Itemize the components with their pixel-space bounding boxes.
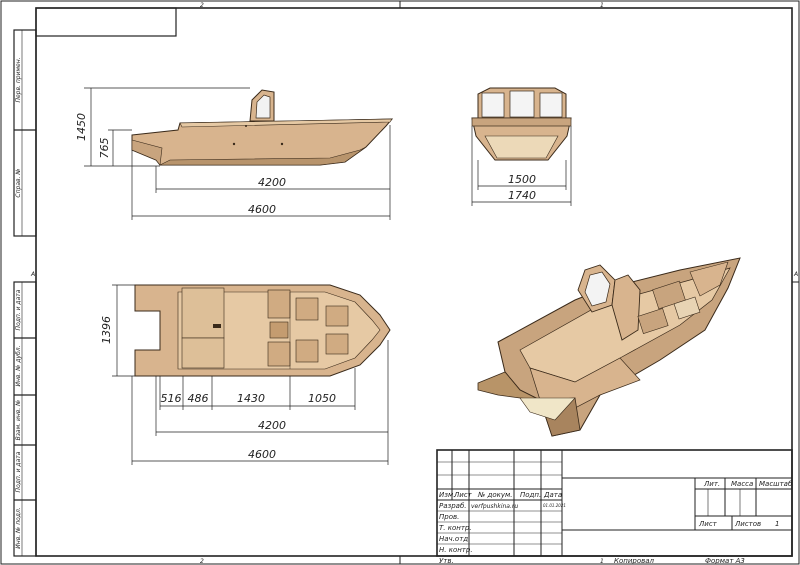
- dim-plan-total-length: 4600: [248, 448, 276, 461]
- dim-side-hull-length: 4200: [258, 176, 286, 189]
- dim-plan-seg2: 486: [188, 392, 209, 405]
- tb-sheets: Листов: [734, 520, 761, 528]
- side-label-5: Взам. инв. №: [15, 400, 22, 441]
- tb-row-tkontr: Т. контр.: [439, 524, 472, 532]
- side-hull: [131, 118, 394, 166]
- side-view: [131, 89, 394, 166]
- dim-side-total-length: 4600: [248, 203, 276, 216]
- tb-col-sign: Подп.: [520, 491, 541, 499]
- drawing-canvas: 2 1 2 1 A A Перв. примен. Справ. № Подп.…: [0, 0, 800, 565]
- tb-sheet: Лист: [698, 520, 718, 528]
- tb-sheets-count: 1: [775, 520, 779, 528]
- zone-left-mid: A: [30, 271, 35, 278]
- dim-plan-seg4: 1050: [308, 392, 336, 405]
- tb-row-razrab: Разраб.: [439, 502, 467, 510]
- dim-front-outer-width: 1740: [508, 189, 536, 202]
- side-label-3: Подп. и дата: [15, 289, 22, 330]
- tb-developer: verfpushkina.ru: [471, 503, 518, 510]
- isometric-view: [477, 257, 741, 437]
- zone-bottom-left: 2: [200, 558, 204, 565]
- tb-lit: Лит.: [703, 480, 720, 488]
- tb-col-izm: Изм.: [439, 491, 455, 499]
- tb-scale: Масштаб: [759, 480, 793, 488]
- side-label-2: Справ. №: [15, 168, 22, 197]
- zone-right-mid: A: [793, 271, 798, 278]
- footer-copied: Копировал: [614, 557, 655, 565]
- drawing-sheet: 2 1 2 1 A A Перв. примен. Справ. № Подп.…: [0, 0, 800, 565]
- side-label-1: Перв. примен.: [15, 57, 22, 102]
- front-view: [471, 87, 572, 161]
- dim-plan-width: 1396: [100, 316, 113, 344]
- side-label-4: Инв. № дубл.: [15, 345, 22, 386]
- dim-plan-seg1: 516: [161, 392, 182, 405]
- tb-col-date: Дата: [543, 491, 562, 499]
- tb-mass: Масса: [731, 480, 753, 488]
- footer-format: Формат А3: [705, 557, 745, 565]
- dim-front-inner-width: 1500: [508, 173, 536, 186]
- tb-row-nkontr: Н. контр.: [439, 546, 473, 554]
- dim-plan-hull-length: 4200: [258, 419, 286, 432]
- tb-row-prov: Пров.: [439, 513, 459, 521]
- dim-side-draft: 765: [98, 138, 111, 159]
- side-label-7: Инв. № подл.: [15, 507, 22, 548]
- tb-date: 01.01.2021: [543, 503, 566, 508]
- tb-col-list: Лист: [453, 491, 473, 499]
- tb-row-utv: Утв.: [439, 557, 454, 565]
- dim-plan-seg3: 1430: [237, 392, 265, 405]
- tb-col-doc: № докум.: [477, 491, 513, 499]
- top-stamp: [35, 7, 177, 37]
- plan-view: [134, 284, 391, 377]
- tb-row-nachotd: Нач.отд.: [439, 535, 470, 543]
- zone-top-right: 1: [600, 2, 604, 9]
- side-label-6: Подп. и дата: [15, 451, 22, 492]
- zone-top-left: 2: [200, 2, 204, 9]
- zone-bottom-right: 1: [600, 558, 604, 565]
- dim-side-height: 1450: [75, 113, 88, 141]
